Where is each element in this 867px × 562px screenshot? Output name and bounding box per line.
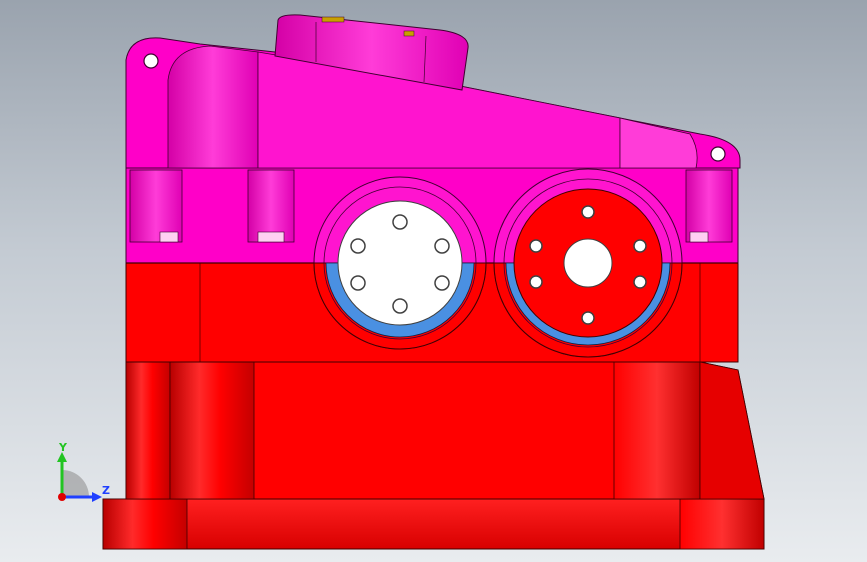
z-axis-label: Z [102, 484, 110, 497]
right-bearing-housing [493, 168, 683, 358]
base-plate [102, 498, 765, 550]
cad-viewport[interactable]: Y Z [0, 0, 867, 562]
output-shaft-bore [563, 238, 613, 288]
y-axis-label: Y [59, 441, 67, 454]
x-axis-dot [58, 493, 66, 501]
left-bearing-housing [313, 176, 487, 350]
lower-housing [125, 361, 765, 500]
gearbox-model[interactable] [0, 0, 867, 562]
